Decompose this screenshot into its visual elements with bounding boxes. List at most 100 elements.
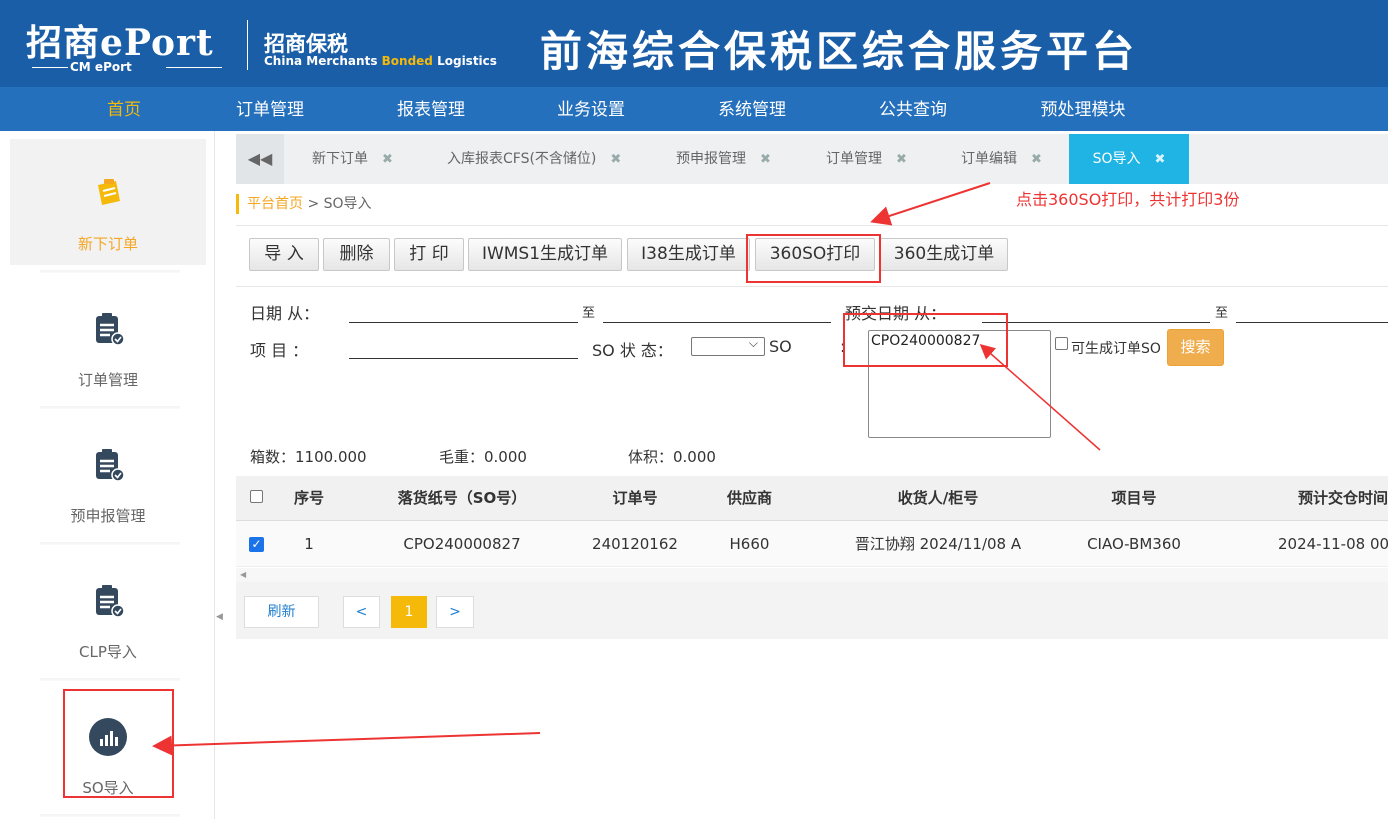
close-icon[interactable]: ✖ — [610, 152, 621, 167]
sidebar-separator — [40, 270, 180, 273]
column-header[interactable]: 收货人/柜号 — [848, 476, 1028, 521]
so-label: SO — [769, 337, 792, 356]
print-button[interactable]: 打 印 — [394, 238, 464, 271]
so-status-label: SO 状 态： — [592, 341, 673, 360]
logo-divider — [247, 20, 248, 70]
cell-supplier: H660 — [729, 535, 770, 553]
tab-order-edit[interactable]: 订单编辑 ✖ — [961, 134, 1042, 184]
sidebar-item-pre-declaration[interactable]: 预申报管理 — [10, 411, 206, 537]
column-header[interactable]: 序号 — [284, 476, 334, 521]
breadcrumb: 平台首页 > SO导入 — [236, 194, 372, 214]
tab-pre-declaration[interactable]: 预申报管理 ✖ — [676, 134, 771, 184]
sidebar-separator — [40, 406, 180, 409]
date-from-input[interactable] — [349, 322, 578, 323]
annotation-highlight-so-input — [843, 313, 1008, 367]
sidebar-item-new-order[interactable]: 新下订单 — [10, 139, 206, 265]
column-header[interactable]: 预计交仓时间 — [1298, 476, 1388, 521]
delete-button[interactable]: 删除 — [323, 238, 390, 271]
row-checkbox[interactable]: ✓ — [249, 537, 264, 552]
refresh-button[interactable]: 刷新 — [244, 596, 319, 628]
sidebar-item-label: 订单管理 — [77, 371, 138, 389]
tab-new-order[interactable]: 新下订单 ✖ — [312, 134, 393, 184]
cell-order-number: 240120162 — [592, 535, 678, 553]
bonded-logo-en: China Merchants Bonded Logistics — [264, 54, 497, 68]
nav-public-query[interactable]: 公共查询 — [865, 87, 961, 131]
close-icon[interactable]: ✖ — [1031, 152, 1042, 167]
cmeport-logo: 招商ePort — [26, 22, 214, 64]
close-icon[interactable]: ✖ — [896, 152, 907, 167]
breadcrumb-current: SO导入 — [323, 196, 372, 212]
cell-eta: 2024-11-08 00:00 — [1278, 535, 1388, 553]
platform-title: 前海综合保税区综合服务平台 — [540, 27, 1139, 76]
annotation-text: 点击360SO打印，共计打印3份 — [1016, 190, 1240, 209]
pre-date-from-input[interactable] — [982, 322, 1210, 323]
column-header[interactable]: 订单号 — [594, 476, 676, 521]
clipboard-check-icon — [96, 313, 125, 346]
iwms1-generate-order-button[interactable]: IWMS1生成订单 — [468, 238, 622, 271]
date-from-label: 日期 从： — [250, 304, 320, 323]
page-1-button[interactable]: 1 — [391, 596, 427, 628]
sidebar-item-clp-import[interactable]: CLP导入 — [10, 547, 206, 673]
pre-date-to-input[interactable] — [1236, 322, 1388, 323]
so-status-select[interactable]: ⌵ — [691, 336, 765, 356]
nav-system-management[interactable]: 系统管理 — [704, 87, 800, 131]
annotation-highlight-print — [746, 234, 881, 283]
sidebar-separator — [40, 678, 180, 681]
prev-page-button[interactable]: < — [343, 596, 380, 628]
sidebar-separator — [40, 814, 180, 817]
clipboard-check-icon — [96, 449, 125, 482]
divider — [236, 225, 1388, 226]
clipboard-check-icon — [96, 585, 125, 618]
column-header[interactable]: 供应商 — [712, 476, 787, 521]
boxes-count: 箱数：1100.000 — [250, 448, 367, 466]
sidebar-separator — [40, 542, 180, 545]
main-nav: 首页 订单管理 报表管理 业务设置 系统管理 公共查询 预处理模块 — [0, 87, 1388, 131]
import-button[interactable]: 导 入 — [249, 238, 319, 271]
sidebar-item-label: 预申报管理 — [70, 507, 146, 525]
volume: 体积：0.000 — [628, 448, 716, 466]
logo-rule — [32, 67, 68, 68]
scroll-left-icon[interactable]: ◀ — [240, 568, 246, 582]
search-button[interactable]: 搜索 — [1167, 329, 1224, 366]
annotation-highlight-so-import — [63, 689, 174, 798]
tab-inbound-report[interactable]: 入库报表CFS(不含储位) ✖ — [447, 134, 621, 184]
new-order-icon — [98, 179, 120, 205]
close-icon[interactable]: ✖ — [382, 152, 393, 167]
cell-project-number: CIAO-BM360 — [1087, 535, 1181, 553]
sidebar-item-order-management[interactable]: 订单管理 — [10, 275, 206, 401]
close-icon[interactable]: ✖ — [1155, 152, 1166, 167]
project-input[interactable] — [349, 358, 578, 359]
cell-index: 1 — [304, 535, 314, 553]
generatable-so-checkbox[interactable] — [1055, 337, 1068, 350]
column-header[interactable]: 落货纸号（SO号） — [372, 476, 552, 521]
date-to-label: 至 — [582, 306, 596, 321]
nav-preprocessing[interactable]: 预处理模块 — [1024, 87, 1142, 131]
close-icon[interactable]: ✖ — [760, 152, 771, 167]
tab-order-management[interactable]: 订单管理 ✖ — [826, 134, 907, 184]
sidebar-item-label: 新下订单 — [77, 235, 138, 253]
360-generate-order-button[interactable]: 360生成订单 — [880, 238, 1008, 271]
column-header[interactable]: 项目号 — [1079, 476, 1189, 521]
horizontal-scrollbar[interactable]: ◀ — [236, 568, 1388, 582]
breadcrumb-home[interactable]: 平台首页 — [247, 196, 303, 212]
cell-consignee: 晋江协翔 2024/11/08 A — [854, 535, 1022, 553]
divider — [236, 286, 1388, 287]
nav-order-management[interactable]: 订单管理 — [222, 87, 318, 131]
select-all-checkbox[interactable] — [250, 490, 263, 503]
generatable-so-label: 可生成订单SO — [1071, 341, 1161, 357]
top-header: 招商ePort CM ePort 招商保税 China Merchants Bo… — [0, 0, 1388, 87]
nav-report-management[interactable]: 报表管理 — [383, 87, 479, 131]
table-row[interactable]: ✓ 1 CPO240000827 240120162 H660 晋江协翔 202… — [236, 521, 1388, 567]
i38-generate-order-button[interactable]: I38生成订单 — [627, 238, 750, 271]
page-tabs: ◀◀ 新下订单 ✖ 入库报表CFS(不含储位) ✖ 预申报管理 ✖ 订单管理 ✖ 订单编… — [236, 134, 1388, 184]
tab-so-import[interactable]: SO导入 ✖ — [1069, 134, 1189, 184]
sidebar-collapse-icon[interactable]: ◀ — [216, 612, 223, 622]
pre-date-to-label: 至 — [1215, 306, 1229, 321]
next-page-button[interactable]: > — [436, 596, 474, 628]
gross-weight: 毛重：0.000 — [439, 448, 527, 466]
date-to-input[interactable] — [603, 322, 831, 323]
nav-home[interactable]: 首页 — [84, 87, 164, 131]
logo-rule — [166, 67, 222, 68]
tabs-scroll-left-icon[interactable]: ◀◀ — [236, 134, 284, 184]
nav-business-settings[interactable]: 业务设置 — [543, 87, 639, 131]
